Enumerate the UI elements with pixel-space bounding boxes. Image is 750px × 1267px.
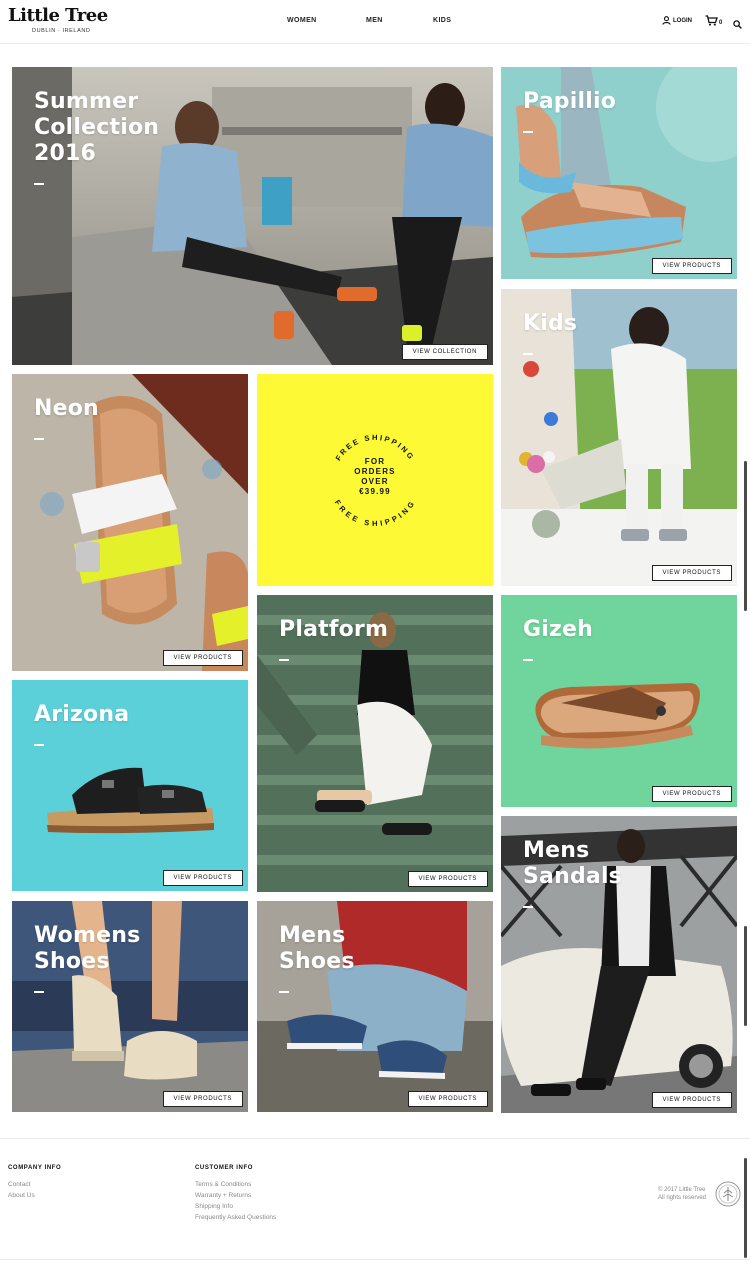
tile-title: Mens Shoes <box>279 923 355 974</box>
search-button[interactable] <box>733 16 742 34</box>
view-products-button[interactable]: VIEW PRODUCTS <box>651 258 732 274</box>
tile-mens-sandals[interactable]: Mens Sandals VIEW PRODUCTS <box>501 816 737 1113</box>
shipping-line-4: €39.99 <box>359 487 391 496</box>
search-icon <box>733 20 742 29</box>
shipping-line-1: FOR <box>365 457 386 466</box>
nav-men[interactable]: MEN <box>366 17 383 24</box>
brand-logo[interactable]: Little Tree DUBLIN · IRELAND <box>8 5 108 35</box>
brand-tagline: DUBLIN · IRELAND <box>32 28 91 34</box>
customer-info-heading: CUSTOMER INFO <box>195 1165 254 1171</box>
tile-title: Papillio <box>523 89 617 114</box>
view-products-button[interactable]: VIEW PRODUCTS <box>162 1091 243 1107</box>
title-dash <box>279 991 289 993</box>
footer-link-terms[interactable]: Terms & Conditions <box>195 1181 251 1188</box>
view-products-button[interactable]: VIEW PRODUCTS <box>651 565 732 581</box>
tree-seal-icon <box>715 1181 741 1207</box>
tile-womens-shoes[interactable]: Womens Shoes VIEW PRODUCTS <box>12 901 248 1112</box>
tile-title: Arizona <box>34 702 130 727</box>
title-dash <box>523 659 533 661</box>
tile-arizona[interactable]: Arizona VIEW PRODUCTS <box>12 680 248 891</box>
shipping-line-2: ORDERS <box>354 467 395 476</box>
footer-link-shipping[interactable]: Shipping Info <box>195 1203 233 1210</box>
tile-title: Gizeh <box>523 617 593 642</box>
nav-kids[interactable]: KIDS <box>433 17 451 24</box>
tile-title: Neon <box>34 396 99 421</box>
footer-link-contact[interactable]: Contact <box>8 1181 30 1188</box>
tile-title: Womens Shoes <box>34 923 141 974</box>
view-products-button[interactable]: VIEW PRODUCTS <box>407 1091 488 1107</box>
view-products-button[interactable]: VIEW PRODUCTS <box>162 650 243 666</box>
shipping-line-3: OVER <box>361 477 388 486</box>
tile-summer-collection[interactable]: Summer Collection 2016 VIEW COLLECTION <box>12 67 493 365</box>
title-dash <box>34 744 44 746</box>
copyright-line-2: All rights reserved <box>658 1195 707 1201</box>
title-dash <box>34 991 44 993</box>
view-products-button[interactable]: VIEW PRODUCTS <box>162 870 243 886</box>
title-dash <box>523 131 533 133</box>
title-dash <box>34 438 44 440</box>
cart-button[interactable]: 0 <box>705 15 722 26</box>
title-dash <box>279 659 289 661</box>
user-icon <box>662 16 671 25</box>
login-label: LOGIN <box>673 17 692 24</box>
page-scrollbar[interactable] <box>744 46 748 1258</box>
site-header: Little Tree DUBLIN · IRELAND WOMEN MEN K… <box>0 0 750 44</box>
tile-platform[interactable]: Platform VIEW PRODUCTS <box>257 595 493 892</box>
scrollbar-thumb-middle[interactable] <box>744 926 747 1026</box>
site-footer: COMPANY INFO Contact About Us CUSTOMER I… <box>0 1138 750 1260</box>
svg-text:FREE SHIPPING: FREE SHIPPING <box>333 498 417 528</box>
tile-papillio[interactable]: Papillio VIEW PRODUCTS <box>501 67 737 279</box>
cart-count: 0 <box>719 20 723 26</box>
cart-icon <box>705 15 718 26</box>
login-link[interactable]: LOGIN <box>662 16 692 25</box>
copyright: © 2017 Little Tree All rights reserved <box>658 1186 706 1202</box>
footer-link-about[interactable]: About Us <box>8 1192 35 1199</box>
title-dash <box>523 906 533 908</box>
tile-neon[interactable]: Neon VIEW PRODUCTS <box>12 374 248 671</box>
view-collection-button[interactable]: VIEW COLLECTION <box>401 344 488 360</box>
ring-text-bottom: FREE SHIPPING <box>333 498 415 528</box>
nav-women[interactable]: WOMEN <box>287 17 317 24</box>
tile-mens-shoes[interactable]: Mens Shoes VIEW PRODUCTS <box>257 901 493 1112</box>
tile-kids[interactable]: Kids VIEW PRODUCTS <box>501 289 737 586</box>
tile-title: Kids <box>523 311 578 336</box>
scrollbar-thumb-lower[interactable] <box>744 1158 747 1258</box>
view-products-button[interactable]: VIEW PRODUCTS <box>407 871 488 887</box>
brand-name: Little Tree <box>8 5 108 26</box>
tile-title: Platform <box>279 617 389 642</box>
title-dash <box>34 183 44 185</box>
copyright-line-1: © 2017 Little Tree <box>658 1187 706 1193</box>
footer-link-faq[interactable]: Frequently Asked Questions <box>195 1214 276 1221</box>
free-shipping-badge: FREE SHIPPING FREE SHIPPING FOR ORDERS O… <box>333 433 417 528</box>
tile-title: Summer Collection 2016 <box>34 89 160 166</box>
tile-title: Mens Sandals <box>523 838 622 889</box>
company-info-heading: COMPANY INFO <box>8 1165 62 1171</box>
view-products-button[interactable]: VIEW PRODUCTS <box>651 786 732 802</box>
view-products-button[interactable]: VIEW PRODUCTS <box>651 1092 732 1108</box>
footer-link-warranty[interactable]: Warranty + Returns <box>195 1192 251 1199</box>
scrollbar-thumb-upper[interactable] <box>744 461 747 611</box>
tile-free-shipping: FREE SHIPPING FREE SHIPPING FOR ORDERS O… <box>257 374 493 586</box>
title-dash <box>523 353 533 355</box>
tile-gizeh[interactable]: Gizeh VIEW PRODUCTS <box>501 595 737 807</box>
